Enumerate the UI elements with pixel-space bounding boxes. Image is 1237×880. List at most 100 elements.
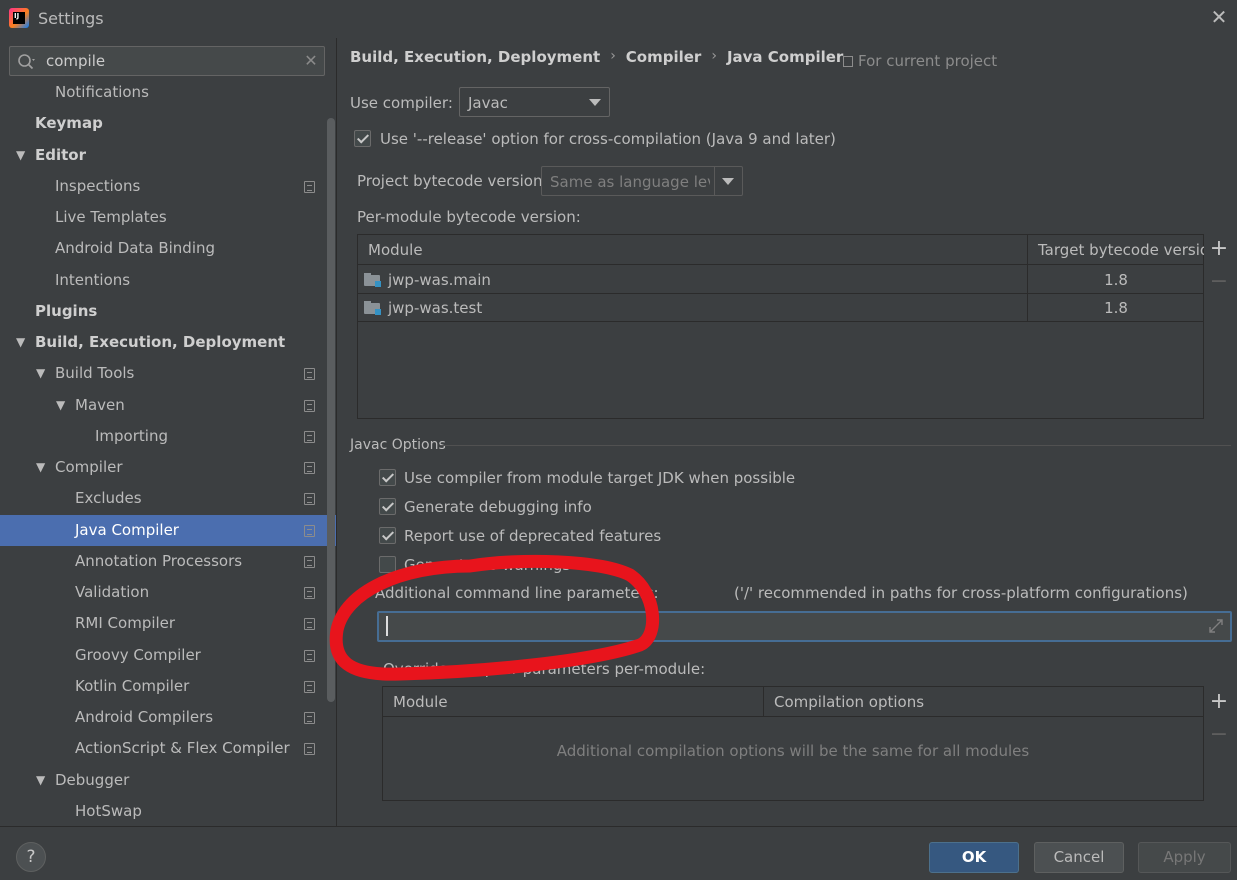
expand-icon[interactable] bbox=[1208, 618, 1224, 634]
column-header-module[interactable]: Module bbox=[358, 235, 1028, 265]
sidebar-item-label: Importing bbox=[95, 426, 168, 445]
breadcrumb-item: Build, Execution, Deployment bbox=[350, 48, 601, 66]
sidebar-item-maven[interactable]: ▼ Maven bbox=[0, 390, 336, 421]
additional-params-label: Additional command line parameters: bbox=[375, 584, 659, 602]
generate-no-warnings-checkbox[interactable] bbox=[379, 556, 396, 573]
help-button[interactable]: ? bbox=[16, 842, 46, 872]
use-compiler-value: Javac bbox=[468, 94, 508, 112]
sidebar-item-validation[interactable]: Validation bbox=[0, 577, 336, 608]
for-current-project-label: For current project bbox=[843, 52, 997, 70]
sidebar-item-keymap[interactable]: Keymap bbox=[0, 108, 336, 139]
add-override-button[interactable]: + bbox=[1204, 689, 1234, 715]
sidebar-item-notifications[interactable]: Notifications bbox=[0, 77, 336, 108]
settings-search-box[interactable]: ✕ bbox=[9, 46, 325, 76]
clear-search-icon[interactable]: ✕ bbox=[302, 50, 320, 72]
sidebar-item-build-tools[interactable]: ▼ Build Tools bbox=[0, 358, 336, 389]
sidebar-item-label: Groovy Compiler bbox=[75, 645, 201, 664]
sidebar-item-intentions[interactable]: Intentions bbox=[0, 265, 336, 296]
remove-module-button[interactable]: − bbox=[1204, 269, 1234, 295]
expand-arrow-icon[interactable]: ▼ bbox=[36, 452, 45, 483]
project-scope-icon bbox=[304, 430, 315, 443]
sidebar-item-actionscript-flex-compiler[interactable]: ActionScript & Flex Compiler bbox=[0, 733, 336, 764]
column-divider bbox=[763, 687, 764, 717]
javac-options-title: Javac Options bbox=[350, 437, 446, 453]
module-folder-icon bbox=[364, 273, 382, 287]
sidebar-item-label: Build Tools bbox=[55, 364, 135, 383]
project-bytecode-combobox[interactable]: Same as language level bbox=[541, 166, 743, 196]
table-header: Module Compilation options bbox=[383, 687, 1203, 717]
search-input[interactable] bbox=[46, 50, 296, 72]
expand-arrow-icon[interactable]: ▼ bbox=[36, 765, 45, 796]
use-module-jdk-label: Use compiler from module target JDK when… bbox=[404, 469, 796, 487]
sidebar-item-label: Kotlin Compiler bbox=[75, 676, 190, 695]
sidebar-item-rmi-compiler[interactable]: RMI Compiler bbox=[0, 608, 336, 639]
breadcrumb: Build, Execution, Deployment › Compiler › Ja… bbox=[350, 48, 843, 68]
add-module-button[interactable]: + bbox=[1204, 236, 1234, 262]
generate-debug-info-checkbox[interactable] bbox=[379, 498, 396, 515]
sidebar-item-groovy-compiler[interactable]: Groovy Compiler bbox=[0, 640, 336, 671]
cancel-button[interactable]: Cancel bbox=[1034, 842, 1124, 873]
empty-table-text: Additional compilation options will be t… bbox=[556, 742, 1030, 760]
project-scope-icon bbox=[843, 56, 853, 67]
sidebar-item-label: Excludes bbox=[75, 489, 142, 508]
sidebar-item-hotswap[interactable]: HotSwap bbox=[0, 796, 336, 826]
per-module-toolbar: + − bbox=[1204, 236, 1234, 306]
sidebar-item-android-compilers[interactable]: Android Compilers bbox=[0, 702, 336, 733]
sidebar-item-label: Notifications bbox=[55, 83, 149, 101]
sidebar-item-label: ActionScript & Flex Compiler bbox=[75, 739, 290, 758]
sidebar-item-build-execution-deployment[interactable]: ▼ Build, Execution, Deployment bbox=[0, 327, 336, 358]
project-scope-icon bbox=[304, 712, 315, 724]
use-module-jdk-checkbox[interactable] bbox=[379, 469, 396, 486]
table-row[interactable]: jwp-was.main 1.8 bbox=[358, 266, 1203, 294]
column-header-compilation-options[interactable]: Compilation options bbox=[764, 687, 1204, 717]
breadcrumb-item: Compiler bbox=[625, 48, 702, 66]
sidebar-item-label: Editor bbox=[35, 145, 86, 164]
title-bar bbox=[0, 0, 1237, 38]
sidebar-item-debugger[interactable]: ▼ Debugger bbox=[0, 765, 336, 796]
target-version: 1.8 bbox=[1104, 271, 1128, 289]
project-scope-icon bbox=[304, 555, 315, 568]
apply-button[interactable]: Apply bbox=[1138, 842, 1231, 873]
project-scope-icon bbox=[304, 618, 315, 631]
use-compiler-dropdown[interactable]: Javac bbox=[459, 87, 610, 117]
additional-params-input[interactable] bbox=[377, 611, 1232, 642]
ok-button[interactable]: OK bbox=[929, 842, 1019, 873]
project-scope-icon bbox=[304, 524, 315, 537]
sidebar-item-kotlin-compiler[interactable]: Kotlin Compiler bbox=[0, 671, 336, 702]
module-name: jwp-was.test bbox=[388, 299, 483, 317]
sidebar-item-label: Compiler bbox=[55, 458, 123, 476]
column-header-module[interactable]: Module bbox=[383, 687, 764, 717]
table-row[interactable]: jwp-was.test 1.8 bbox=[358, 294, 1203, 322]
sidebar-scrollbar[interactable] bbox=[327, 118, 335, 702]
sidebar-item-editor[interactable]: ▼ Editor bbox=[0, 140, 336, 171]
chevron-down-icon bbox=[722, 178, 734, 185]
expand-arrow-icon[interactable]: ▼ bbox=[16, 140, 25, 171]
sidebar-item-importing[interactable]: Importing bbox=[0, 421, 336, 452]
report-deprecated-checkbox[interactable] bbox=[379, 527, 396, 544]
sidebar-item-inspections[interactable]: Inspections bbox=[0, 171, 336, 202]
expand-arrow-icon[interactable]: ▼ bbox=[56, 390, 65, 421]
sidebar-item-label: Annotation Processors bbox=[75, 551, 243, 570]
sidebar-item-label: Debugger bbox=[55, 770, 130, 789]
project-scope-icon bbox=[304, 368, 315, 381]
sidebar-item-compiler[interactable]: ▼ Compiler bbox=[0, 452, 336, 483]
window-title: Settings bbox=[38, 9, 104, 28]
sidebar-item-excludes[interactable]: Excludes bbox=[0, 483, 336, 514]
expand-arrow-icon[interactable]: ▼ bbox=[16, 327, 25, 358]
sidebar-item-label: Maven bbox=[75, 395, 125, 414]
close-window-icon[interactable]: ✕ bbox=[1208, 6, 1230, 28]
use-compiler-label: Use compiler: bbox=[350, 94, 453, 112]
target-version: 1.8 bbox=[1104, 299, 1128, 317]
sidebar-item-android-data-binding[interactable]: Android Data Binding bbox=[0, 233, 336, 264]
sidebar-item-plugins[interactable]: Plugins bbox=[0, 296, 336, 327]
sidebar-item-label: Keymap bbox=[35, 114, 103, 133]
sidebar-item-live-templates[interactable]: Live Templates bbox=[0, 202, 336, 233]
remove-override-button[interactable]: − bbox=[1204, 722, 1234, 748]
intellij-app-icon: IJ bbox=[9, 8, 29, 28]
sidebar-item-annotation-processors[interactable]: Annotation Processors bbox=[0, 546, 336, 577]
expand-arrow-icon[interactable]: ▼ bbox=[36, 358, 45, 389]
release-option-checkbox[interactable] bbox=[354, 130, 371, 147]
column-header-target-version[interactable]: Target bytecode version bbox=[1028, 235, 1204, 265]
sidebar-item-label: Build, Execution, Deployment bbox=[35, 333, 286, 351]
sidebar-item-java-compiler[interactable]: Java Compiler bbox=[0, 514, 336, 546]
